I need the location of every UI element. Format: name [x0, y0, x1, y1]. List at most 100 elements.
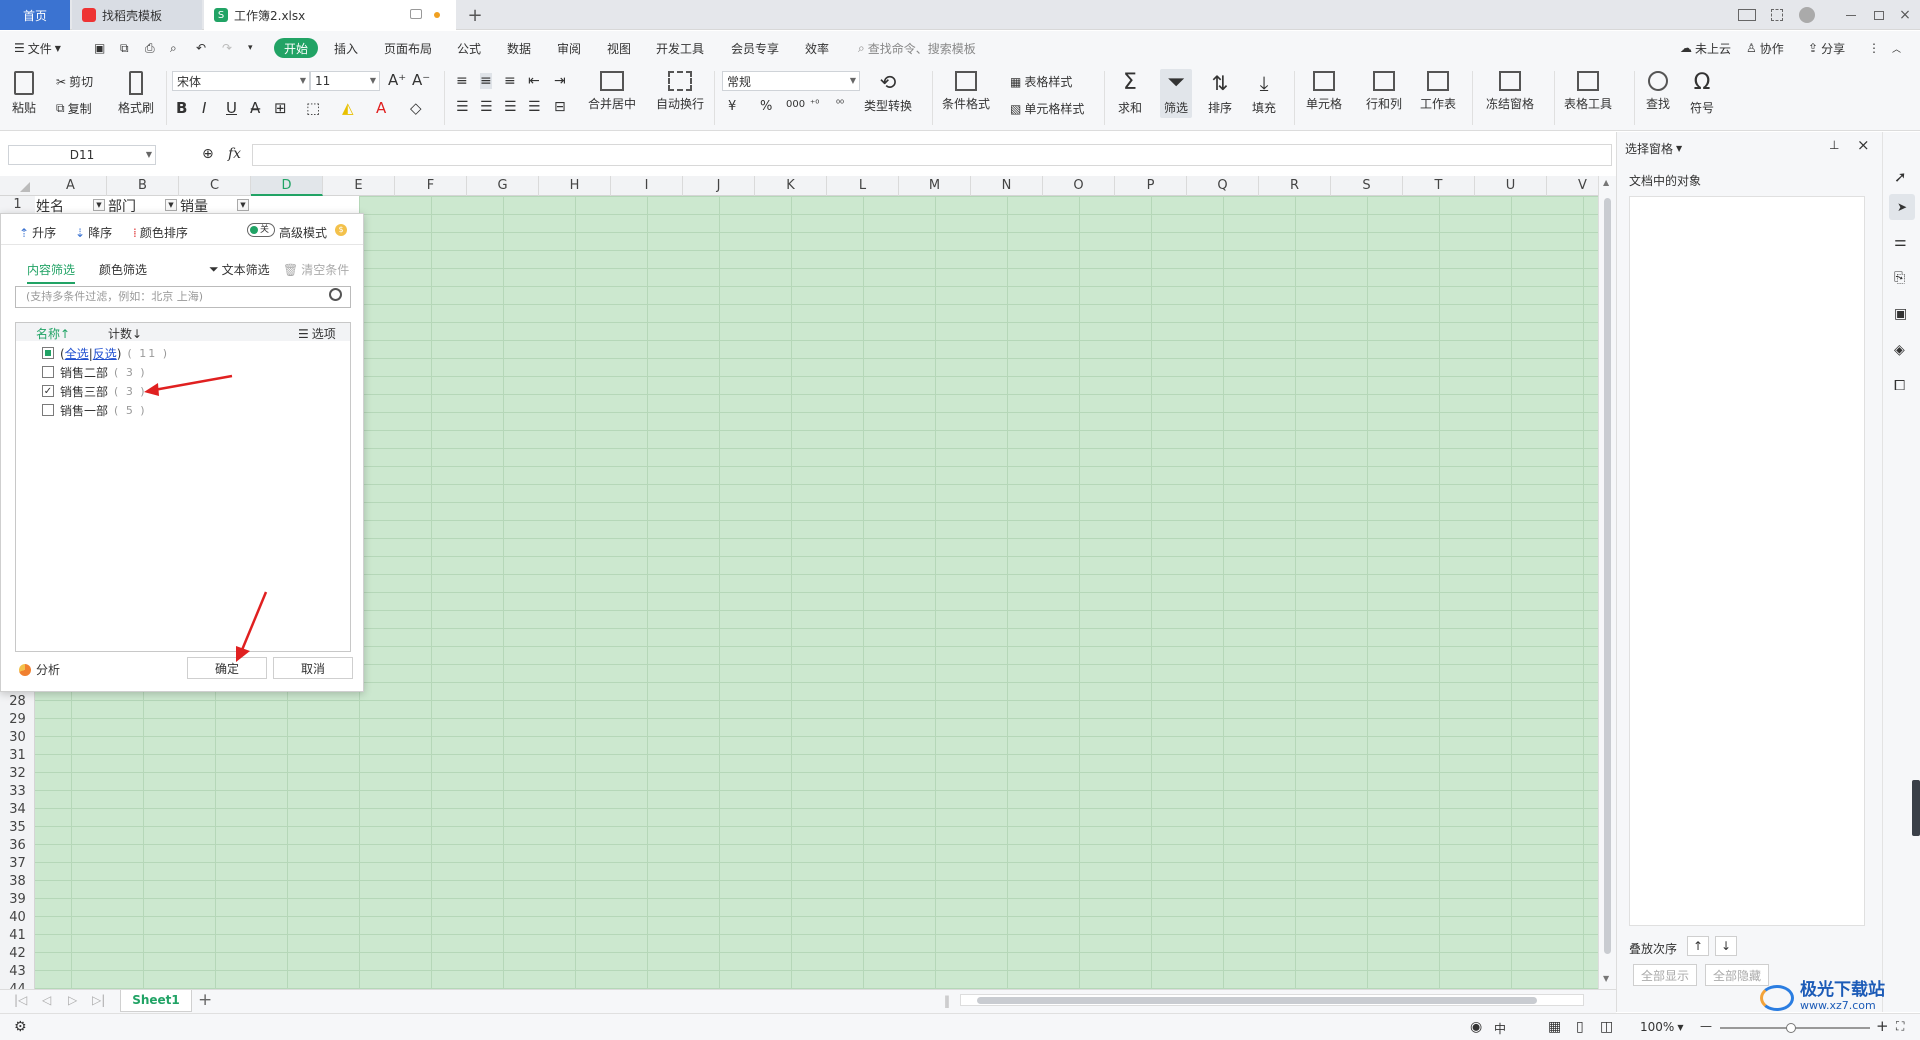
filter-button[interactable]: ⏷ 筛选: [1160, 69, 1193, 118]
sort-by-name-button[interactable]: 名称↑: [36, 325, 70, 342]
sort-asc-button[interactable]: ⇡ 升序: [19, 224, 56, 241]
column-header[interactable]: K: [755, 176, 827, 196]
row-number[interactable]: 29: [0, 711, 35, 729]
selection-pane-title[interactable]: 选择窗格 ▼: [1625, 140, 1682, 157]
pin-icon[interactable]: ⊥: [1829, 138, 1839, 152]
eye-protect-icon[interactable]: ◉: [1470, 1019, 1482, 1035]
filter-dropdown-icon[interactable]: ▼: [237, 199, 249, 211]
worksheet-button[interactable]: 工作表: [1420, 71, 1456, 112]
row-number[interactable]: 37: [0, 855, 35, 873]
border-icon[interactable]: ⊞: [274, 99, 287, 117]
strikethrough-icon[interactable]: A̶: [250, 99, 260, 117]
tab-home[interactable]: 首页: [0, 0, 70, 30]
column-header[interactable]: F: [395, 176, 467, 196]
column-header[interactable]: V: [1547, 176, 1598, 196]
image-icon[interactable]: ▣: [1894, 306, 1907, 322]
print-icon[interactable]: ⎙: [145, 31, 155, 65]
collapse-ribbon-icon[interactable]: ︿: [1892, 31, 1901, 65]
percent-icon[interactable]: %: [760, 99, 772, 114]
number-format-select[interactable]: 常规 ▼: [722, 71, 860, 91]
sort-desc-button[interactable]: ⇣ 降序: [75, 224, 112, 241]
sliders-icon[interactable]: ⚌: [1894, 234, 1907, 250]
font-size-select[interactable]: 11 ▼: [310, 71, 380, 91]
row-number[interactable]: 41: [0, 927, 35, 945]
format-painter-button[interactable]: 格式刷: [118, 71, 154, 116]
advanced-mode-toggle[interactable]: 关: [247, 223, 275, 237]
column-header[interactable]: N: [971, 176, 1043, 196]
wrap-text-button[interactable]: 自动换行: [656, 71, 704, 112]
cell-style-button[interactable]: ▧ 单元格样式: [1010, 100, 1084, 117]
filter-item-row[interactable]: ✓ 销售三部 ( 3 ): [42, 383, 147, 399]
bold-icon[interactable]: B: [176, 99, 187, 117]
tab-daoke-templates[interactable]: 找稻壳模板: [72, 0, 202, 30]
align-right-icon[interactable]: ☰: [504, 99, 517, 115]
filter-item-checkbox-checked[interactable]: ✓: [42, 385, 54, 397]
menu-formula[interactable]: 公式: [457, 31, 481, 65]
tab-color-filter[interactable]: 颜色筛选: [99, 261, 147, 278]
fx-icon[interactable]: fx: [228, 146, 241, 162]
menu-view[interactable]: 视图: [607, 31, 631, 65]
select-all-corner[interactable]: [20, 182, 30, 192]
underline-icon[interactable]: U: [226, 99, 237, 117]
align-middle-icon[interactable]: ≡: [480, 73, 492, 89]
analysis-button[interactable]: 分析: [19, 661, 60, 678]
column-header[interactable]: E: [323, 176, 395, 196]
menu-developer[interactable]: 开发工具: [656, 31, 704, 65]
sum-button[interactable]: Σ 求和: [1118, 71, 1142, 116]
font-color-icon[interactable]: A: [376, 99, 386, 117]
menu-page-layout[interactable]: 页面布局: [384, 31, 432, 65]
increase-font-icon[interactable]: A⁺: [388, 71, 406, 89]
fit-window-icon[interactable]: ⛶: [1896, 1019, 1904, 1034]
menu-member[interactable]: 会员专享: [731, 31, 779, 65]
menu-review[interactable]: 审阅: [557, 31, 581, 65]
align-top-icon[interactable]: ≡: [456, 73, 468, 89]
tab-content-filter[interactable]: 内容筛选: [27, 261, 76, 284]
paste-button[interactable]: 粘贴: [12, 71, 36, 116]
conditional-format-button[interactable]: 条件格式: [942, 71, 990, 112]
row-number[interactable]: 30: [0, 729, 35, 747]
zoom-out-icon[interactable]: —: [1700, 1019, 1712, 1033]
filter-dropdown-icon[interactable]: ▼: [165, 199, 177, 211]
row-number[interactable]: 28: [0, 693, 35, 711]
print-preview-icon[interactable]: ⌕: [170, 31, 177, 65]
next-sheet-icon[interactable]: ▷: [68, 993, 77, 1007]
collaborate-button[interactable]: ♙ 协作: [1746, 31, 1784, 65]
increase-decimal-icon[interactable]: ⁺⁰: [810, 99, 819, 110]
zoom-formula-icon[interactable]: ⊕: [202, 146, 214, 162]
column-header[interactable]: P: [1115, 176, 1187, 196]
table-tools-button[interactable]: 表格工具: [1564, 71, 1612, 112]
show-all-button[interactable]: 全部显示: [1633, 964, 1697, 986]
move-down-icon[interactable]: ↓: [1715, 936, 1737, 956]
horizontal-scroll-thumb[interactable]: [977, 997, 1537, 1004]
normal-view-icon[interactable]: ▦: [1548, 1019, 1561, 1035]
filter-item-checkbox[interactable]: [42, 404, 54, 416]
filter-item-row[interactable]: 销售一部 ( 5 ): [42, 402, 147, 418]
prev-sheet-icon[interactable]: ◁: [42, 993, 51, 1007]
search-icon[interactable]: [329, 288, 342, 301]
column-header[interactable]: R: [1259, 176, 1331, 196]
vertical-scroll-thumb[interactable]: [1604, 198, 1611, 954]
menu-start[interactable]: 开始: [274, 38, 319, 58]
column-header[interactable]: I: [611, 176, 683, 196]
redo-icon[interactable]: ↷: [222, 31, 232, 65]
row-number[interactable]: 42: [0, 945, 35, 963]
clear-conditions-button[interactable]: 🗑 清空条件: [283, 261, 349, 278]
sort-button[interactable]: ⇅ 排序: [1208, 71, 1232, 116]
fill-pattern-icon[interactable]: ⬚: [306, 99, 320, 117]
options-button[interactable]: ☰ 选项: [298, 325, 336, 342]
filter-item-checkbox[interactable]: [42, 366, 54, 378]
row-number[interactable]: 31: [0, 747, 35, 765]
input-method-indicator[interactable]: 中: [1494, 1020, 1506, 1037]
cut-button[interactable]: ✂ 剪切: [56, 73, 93, 90]
menu-efficiency[interactable]: 效率: [805, 31, 829, 65]
split-handle-icon[interactable]: ‖: [944, 994, 950, 1008]
menu-data[interactable]: 数据: [507, 31, 531, 65]
filter-item-row[interactable]: 销售二部 ( 3 ): [42, 364, 147, 380]
column-header[interactable]: M: [899, 176, 971, 196]
compass-icon[interactable]: ◈: [1894, 342, 1905, 358]
minimize-icon[interactable]: [1840, 6, 1862, 24]
decrease-decimal-icon[interactable]: ⁰⁰: [836, 99, 844, 110]
new-tab-button[interactable]: +: [460, 0, 490, 30]
grid-apps-icon[interactable]: [1766, 6, 1788, 24]
column-header[interactable]: J: [683, 176, 755, 196]
